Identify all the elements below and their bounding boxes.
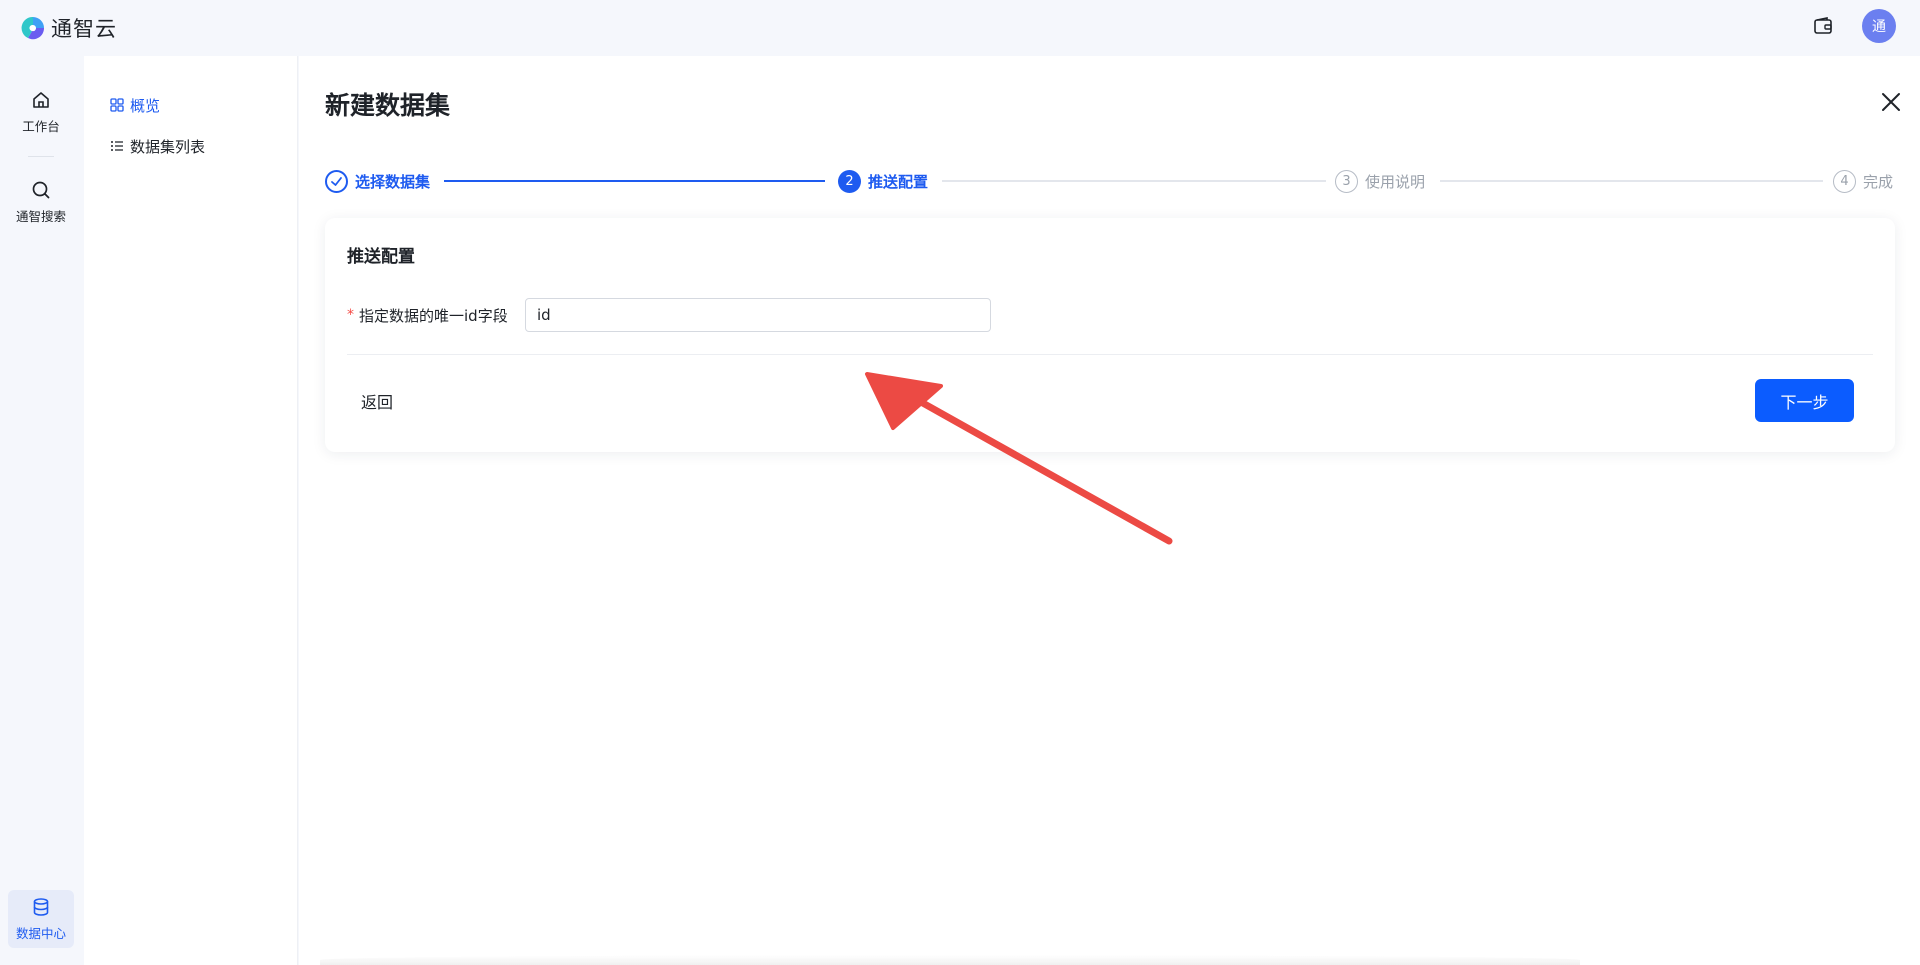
rail-item-label: 通智搜索 xyxy=(15,209,66,224)
secondary-sidebar: 概览 数据集列表 xyxy=(84,56,298,965)
subnav-item-label: 概览 xyxy=(130,96,161,115)
search-icon xyxy=(32,181,50,199)
app-name: 通智云 xyxy=(51,17,117,41)
grid-icon xyxy=(110,98,124,112)
unique-id-form-row: * 指定数据的唯一id字段 xyxy=(347,298,508,332)
push-config-card: 推送配置 * 指定数据的唯一id字段 返回 下一步 xyxy=(325,218,1895,452)
step-number: 2 xyxy=(838,169,861,193)
subnav-item-label: 数据集列表 xyxy=(130,137,206,156)
main-content: 新建数据集 选择数据集 2 推送配置 3 使用说明 4 完成 推送配置 * 指定… xyxy=(299,56,1920,965)
user-avatar[interactable]: 通 xyxy=(1862,9,1896,43)
list-icon xyxy=(111,141,123,151)
primary-rail: 工作台 通智搜索 数据中心 xyxy=(0,56,82,965)
step-finish[interactable]: 4 完成 xyxy=(1833,166,1893,196)
logo-icon xyxy=(21,16,45,40)
subnav-item-overview[interactable]: 概览 xyxy=(110,93,160,117)
step-connector xyxy=(942,180,1326,182)
home-icon xyxy=(33,92,49,108)
unique-id-field-label: 指定数据的唯一id字段 xyxy=(359,306,508,325)
page-title: 新建数据集 xyxy=(325,91,451,120)
step-number: 3 xyxy=(1335,169,1358,193)
step-select-dataset[interactable]: 选择数据集 xyxy=(325,166,430,196)
next-step-button[interactable]: 下一步 xyxy=(1755,379,1854,422)
bottom-shadow xyxy=(320,955,1580,965)
rail-item-data-center[interactable]: 数据中心 xyxy=(8,890,74,948)
step-connector xyxy=(1440,180,1823,182)
rail-item-search[interactable]: 通智搜索 xyxy=(8,172,74,232)
top-bar: 通智云 通 xyxy=(0,0,1920,56)
step-usage-guide[interactable]: 3 使用说明 xyxy=(1335,166,1425,196)
rail-item-workbench[interactable]: 工作台 xyxy=(8,82,74,142)
card-divider xyxy=(347,354,1873,355)
rail-item-label: 工作台 xyxy=(22,119,60,134)
database-icon xyxy=(33,898,49,916)
app-logo[interactable]: 通智云 xyxy=(20,13,117,43)
step-label: 完成 xyxy=(1863,172,1894,191)
required-mark: * xyxy=(347,307,354,323)
card-title: 推送配置 xyxy=(347,247,415,267)
close-icon[interactable] xyxy=(1879,90,1903,114)
back-button[interactable]: 返回 xyxy=(361,386,393,416)
step-label: 选择数据集 xyxy=(355,172,431,191)
step-check-icon xyxy=(325,169,348,193)
subnav-item-dataset-list[interactable]: 数据集列表 xyxy=(110,134,205,158)
wallet-icon[interactable] xyxy=(1812,15,1834,37)
rail-item-label: 数据中心 xyxy=(15,926,66,941)
unique-id-input[interactable] xyxy=(525,298,991,332)
step-push-config[interactable]: 2 推送配置 xyxy=(838,166,928,196)
step-number: 4 xyxy=(1833,169,1856,193)
stepper: 选择数据集 2 推送配置 3 使用说明 4 完成 xyxy=(325,166,1895,196)
avatar-text: 通 xyxy=(1872,19,1886,35)
step-label: 推送配置 xyxy=(868,172,929,191)
step-label: 使用说明 xyxy=(1365,172,1426,191)
step-connector xyxy=(444,180,825,182)
rail-divider xyxy=(28,156,54,157)
